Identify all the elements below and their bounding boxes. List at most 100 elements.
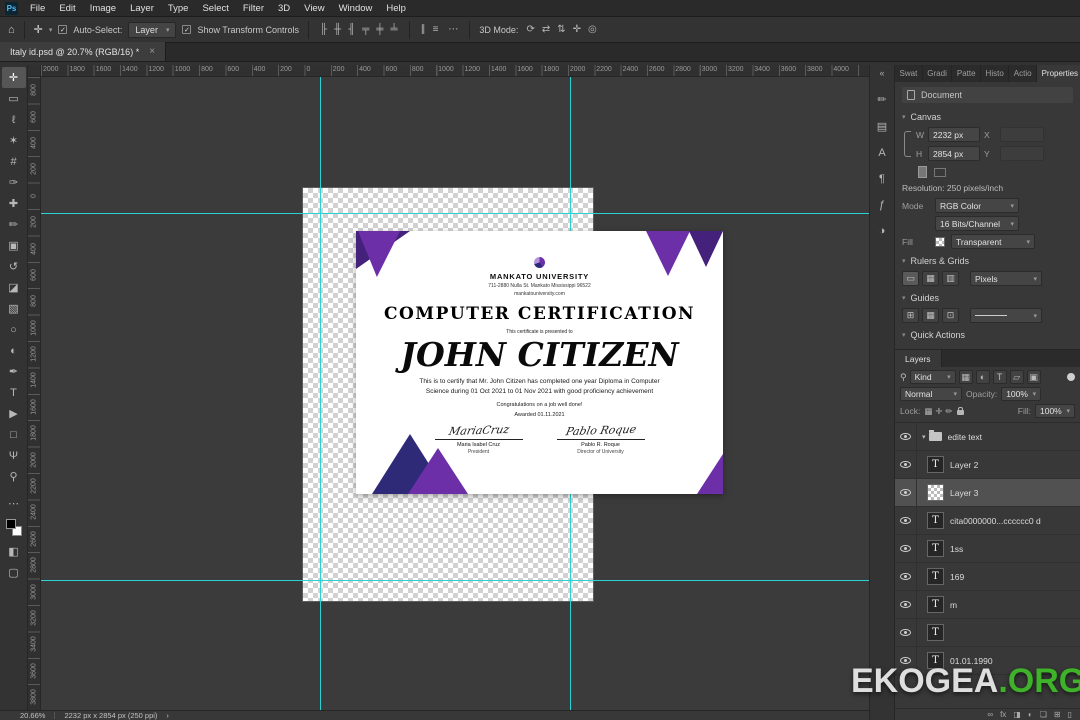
color-mode-dropdown[interactable]: RGB Color xyxy=(935,198,1019,213)
magic-wand-tool[interactable]: ✶ xyxy=(2,130,26,151)
menu-type[interactable]: Type xyxy=(161,3,196,14)
width-field[interactable]: 2232 px xyxy=(928,127,980,142)
move-tool-icon[interactable]: ✛ xyxy=(34,23,43,36)
layer-filter-icon-4[interactable]: ▣ xyxy=(1026,370,1041,384)
panel-tab-gradi[interactable]: Gradi xyxy=(923,65,953,82)
auto-select-checkbox[interactable] xyxy=(58,25,68,34)
auto-select-dropdown[interactable]: Layer xyxy=(128,21,177,38)
brush-settings-icon[interactable]: ✏ xyxy=(877,93,886,106)
clone-stamp-tool[interactable]: ▣ xyxy=(2,235,26,256)
expand-panels-icon[interactable]: « xyxy=(879,68,884,78)
lasso-tool[interactable]: ℓ xyxy=(2,109,26,130)
panel-tab-patte[interactable]: Patte xyxy=(952,65,982,82)
layer-row[interactable]: T 169 xyxy=(895,563,1080,591)
menu-filter[interactable]: Filter xyxy=(236,3,271,14)
layer-fill-dropdown[interactable]: 100% xyxy=(1035,404,1075,418)
toggle-snap-icon[interactable]: ▥ xyxy=(942,271,959,286)
link-dimensions-icon[interactable] xyxy=(904,131,911,157)
glyphs-icon[interactable]: ƒ xyxy=(879,199,885,211)
visibility-toggle[interactable] xyxy=(895,479,917,506)
panel-tab-actio[interactable]: Actio xyxy=(1009,65,1038,82)
zoom-level[interactable]: 20.66% xyxy=(20,711,45,720)
close-tab-icon[interactable]: × xyxy=(149,46,155,57)
align-icon-3[interactable]: ╤ xyxy=(360,24,371,35)
edit-toolbar-icon[interactable]: ⋯ xyxy=(2,493,26,514)
layer-row[interactable]: T xyxy=(895,619,1080,647)
fill-dropdown[interactable]: Transparent xyxy=(951,234,1035,249)
tool-preset-caret-icon[interactable]: ▾ xyxy=(49,26,53,34)
home-icon[interactable]: ⌂ xyxy=(8,24,15,36)
layers-bottom-icon-5[interactable]: ⊞ xyxy=(1054,710,1061,719)
lock-icon-0[interactable]: ▦ xyxy=(924,406,932,417)
type-tool[interactable]: T xyxy=(2,382,26,403)
align-icon-0[interactable]: ╟ xyxy=(318,24,329,35)
visibility-toggle[interactable] xyxy=(895,423,917,450)
certificate-layer[interactable]: MANKATO UNIVERSITY 711-2880 Nulla St. Ma… xyxy=(356,231,723,494)
height-field[interactable]: 2854 px xyxy=(928,146,980,161)
lock-icon-2[interactable]: ✏ xyxy=(945,406,952,417)
menu-3d[interactable]: 3D xyxy=(271,3,297,14)
document-tab[interactable]: Italy id.psd @ 20.7% (RGB/16) * × xyxy=(0,42,167,61)
menu-help[interactable]: Help xyxy=(379,3,413,14)
layer-row[interactable]: ▾ edite text xyxy=(895,423,1080,451)
add-guide-icon[interactable]: ⊞ xyxy=(902,308,919,323)
y-field[interactable] xyxy=(1000,146,1044,161)
visibility-toggle[interactable] xyxy=(895,619,917,646)
expand-arrow-icon[interactable]: ▾ xyxy=(922,433,926,441)
screen-mode-icon[interactable]: ▢ xyxy=(2,562,26,583)
landscape-orient-icon[interactable] xyxy=(934,167,946,177)
horizontal-guide[interactable] xyxy=(41,580,869,581)
visibility-toggle[interactable] xyxy=(895,563,917,590)
paragraph-icon[interactable]: ¶ xyxy=(879,173,885,185)
path-select-tool[interactable]: ▶ xyxy=(2,403,26,424)
layer-row[interactable]: T Layer 2 xyxy=(895,451,1080,479)
visibility-toggle[interactable] xyxy=(895,535,917,562)
visibility-toggle[interactable] xyxy=(895,507,917,534)
guides-header[interactable]: Guides xyxy=(902,289,1073,306)
layer-row[interactable]: T 1ss xyxy=(895,535,1080,563)
healing-brush-tool[interactable]: ✚ xyxy=(2,193,26,214)
visibility-toggle[interactable] xyxy=(895,591,917,618)
align-icon-4[interactable]: ╪ xyxy=(374,24,385,35)
layers-bottom-icon-1[interactable]: fx xyxy=(1000,710,1006,719)
eraser-tool[interactable]: ◪ xyxy=(2,277,26,298)
blur-tool[interactable]: ○ xyxy=(2,319,26,340)
menu-view[interactable]: View xyxy=(297,3,331,14)
align-icon-2[interactable]: ╢ xyxy=(346,24,357,35)
canvas-area[interactable]: 2000 1800 1600 1400 1200 1000 800 600 400 200 0 200… xyxy=(28,65,869,720)
status-chevron-icon[interactable]: › xyxy=(166,711,169,720)
3d-mode-icon-2[interactable]: ⇅ xyxy=(555,24,567,35)
blend-mode-dropdown[interactable]: Normal xyxy=(900,387,962,401)
layers-bottom-icon-4[interactable]: ❏ xyxy=(1040,710,1047,719)
swatches-icon[interactable]: ▤ xyxy=(877,120,887,133)
layer-filter-icon-2[interactable]: T xyxy=(992,370,1007,384)
menu-edit[interactable]: Edit xyxy=(52,3,82,14)
visibility-toggle[interactable] xyxy=(895,451,917,478)
layer-row[interactable]: Tcita0000000...cccccc0 d xyxy=(895,507,1080,535)
pen-tool[interactable]: ✒ xyxy=(2,361,26,382)
menu-image[interactable]: Image xyxy=(83,3,123,14)
quick-mask-icon[interactable]: ◧ xyxy=(2,541,26,562)
character-icon[interactable]: A xyxy=(878,147,885,159)
crop-tool[interactable]: # xyxy=(2,151,26,172)
menu-select[interactable]: Select xyxy=(195,3,235,14)
distribute-icon-1[interactable]: ≡ xyxy=(431,24,441,35)
menu-layer[interactable]: Layer xyxy=(123,3,161,14)
tab-layers[interactable]: Layers xyxy=(895,350,942,367)
3d-mode-icon-1[interactable]: ⇄ xyxy=(540,24,552,35)
filter-kind-dropdown[interactable]: Kind xyxy=(909,370,956,384)
menu-window[interactable]: Window xyxy=(332,3,380,14)
foreground-color-swatch[interactable] xyxy=(5,519,16,529)
adjustments-icon[interactable]: ◑ xyxy=(879,225,886,237)
lock-all-icon[interactable] xyxy=(956,407,964,415)
opacity-dropdown[interactable]: 100% xyxy=(1001,387,1042,401)
gradient-tool[interactable]: ▧ xyxy=(2,298,26,319)
layers-bottom-icon-0[interactable]: ∞ xyxy=(987,710,993,719)
zoom-tool[interactable]: ⚲ xyxy=(2,466,26,487)
bit-depth-dropdown[interactable]: 16 Bits/Channel xyxy=(935,216,1019,231)
layer-filter-icon-1[interactable]: ◐ xyxy=(975,370,990,384)
lock-icon-1[interactable]: ✛ xyxy=(935,406,942,417)
shape-tool[interactable]: □ xyxy=(2,424,26,445)
layer-row[interactable]: Layer 3 xyxy=(895,479,1080,507)
dodge-tool[interactable]: ◐ xyxy=(2,340,26,361)
